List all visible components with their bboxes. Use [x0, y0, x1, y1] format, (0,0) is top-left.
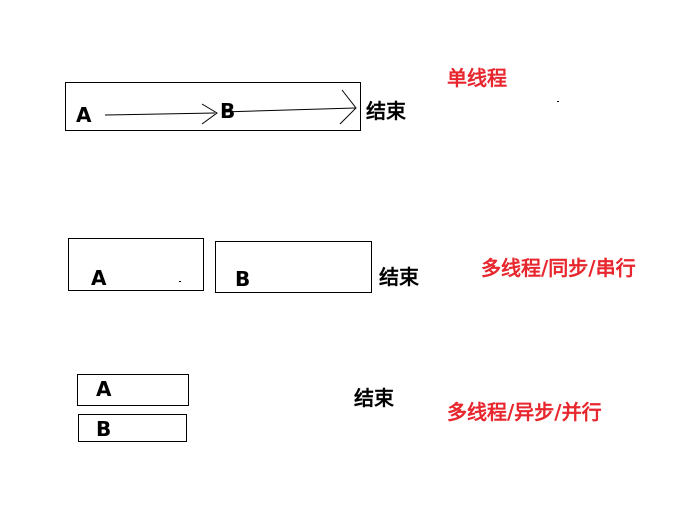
arrow-a-to-b-line — [104, 112, 216, 116]
task-b-label-row3: B — [96, 417, 112, 441]
task-a-box-row3 — [77, 374, 189, 406]
sync-serial-caption: 多线程/同步/串行 — [481, 256, 636, 280]
async-parallel-caption: 多线程/异步/并行 — [447, 400, 602, 424]
end-label-row2: 结束 — [379, 265, 419, 289]
arrow-a-to-b-head — [201, 103, 218, 125]
task-b-label-row2: B — [235, 267, 251, 291]
arrow-b-to-end-line — [221, 107, 356, 113]
arrow-b-to-end-head — [339, 89, 357, 125]
stray-mark-row2 — [179, 281, 181, 282]
task-a-box-row2 — [68, 238, 204, 291]
task-b-box-row3 — [78, 414, 187, 442]
task-a-label-row3: A — [96, 377, 112, 401]
task-a-label-row2: A — [91, 266, 107, 290]
end-label-row3: 结束 — [354, 386, 394, 410]
stray-mark — [557, 101, 559, 102]
